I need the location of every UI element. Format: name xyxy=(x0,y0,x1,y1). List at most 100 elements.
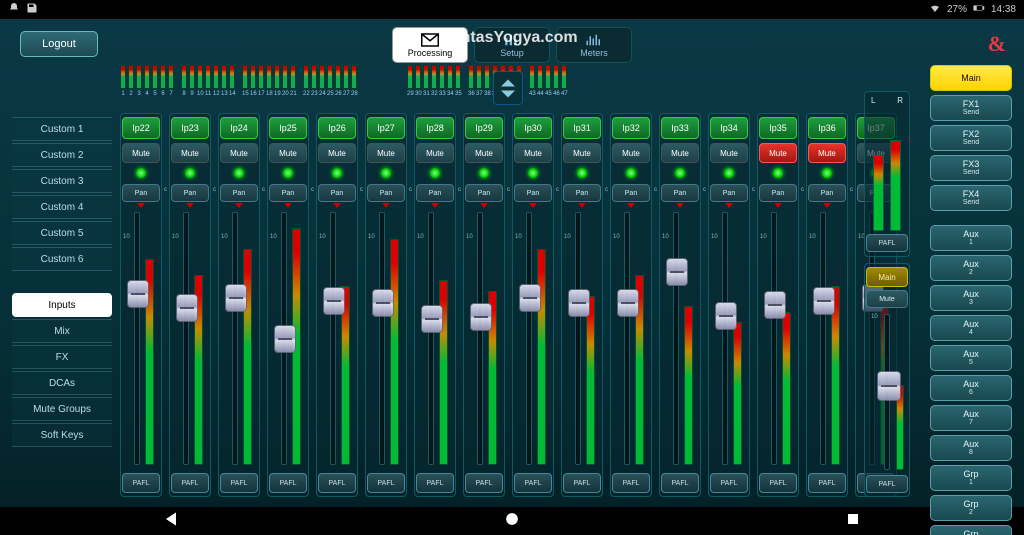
custom-layer-3[interactable]: Custom 3 xyxy=(12,169,112,193)
custom-layer-2[interactable]: Custom 2 xyxy=(12,143,112,167)
fader-area[interactable] xyxy=(417,208,453,469)
channel-label[interactable]: Ip22 xyxy=(122,117,160,139)
pan-control[interactable]: Panc xyxy=(514,184,552,202)
fader-knob[interactable] xyxy=(127,280,149,308)
mute-button[interactable]: Mute xyxy=(563,143,601,163)
pafl-button[interactable]: PAFL xyxy=(808,473,846,493)
pan-control[interactable]: Panc xyxy=(612,184,650,202)
pafl-button[interactable]: PAFL xyxy=(416,473,454,493)
channel-label[interactable]: Ip35 xyxy=(759,117,797,139)
fader-area[interactable] xyxy=(466,208,502,469)
fader-knob[interactable] xyxy=(617,289,639,317)
fader-area[interactable] xyxy=(368,208,404,469)
bus-aux3[interactable]: Aux3 xyxy=(930,285,1012,311)
mute-button[interactable]: Mute xyxy=(465,143,503,163)
bus-fx2-send[interactable]: FX2Send xyxy=(930,125,1012,151)
fader-knob[interactable] xyxy=(568,289,590,317)
fader-area[interactable] xyxy=(270,208,306,469)
fader-area[interactable] xyxy=(760,208,796,469)
fader-knob[interactable] xyxy=(764,291,786,319)
master-mute-button[interactable]: Mute xyxy=(866,290,908,308)
pafl-button[interactable]: PAFL xyxy=(563,473,601,493)
mute-button[interactable]: Mute xyxy=(171,143,209,163)
bank-dcas[interactable]: DCAs xyxy=(12,371,112,395)
channel-label[interactable]: Ip31 xyxy=(563,117,601,139)
channel-label[interactable]: Ip25 xyxy=(269,117,307,139)
bus-fx1-send[interactable]: FX1Send xyxy=(930,95,1012,121)
bus-aux2[interactable]: Aux2 xyxy=(930,255,1012,281)
master-fader-area[interactable]: 10 xyxy=(868,312,906,472)
pan-control[interactable]: Panc xyxy=(759,184,797,202)
fader-knob[interactable] xyxy=(519,284,541,312)
fader-area[interactable] xyxy=(564,208,600,469)
pafl-button[interactable]: PAFL xyxy=(710,473,748,493)
pafl-button[interactable]: PAFL xyxy=(612,473,650,493)
pafl-button[interactable]: PAFL xyxy=(759,473,797,493)
pafl-button[interactable]: PAFL xyxy=(122,473,160,493)
fader-knob[interactable] xyxy=(813,287,835,315)
pan-control[interactable]: Panc xyxy=(122,184,160,202)
mute-button[interactable]: Mute xyxy=(220,143,258,163)
home-icon[interactable] xyxy=(502,509,522,534)
pafl-button[interactable]: PAFL xyxy=(220,473,258,493)
fader-area[interactable] xyxy=(319,208,355,469)
mute-button[interactable]: Mute xyxy=(612,143,650,163)
bus-aux1[interactable]: Aux1 xyxy=(930,225,1012,251)
mute-button[interactable]: Mute xyxy=(318,143,356,163)
pafl-button[interactable]: PAFL xyxy=(318,473,356,493)
fader-knob[interactable] xyxy=(225,284,247,312)
pan-control[interactable]: Panc xyxy=(269,184,307,202)
custom-layer-1[interactable]: Custom 1 xyxy=(12,117,112,141)
custom-layer-6[interactable]: Custom 6 xyxy=(12,247,112,271)
lr-pafl-button[interactable]: PAFL xyxy=(866,234,908,252)
fader-knob[interactable] xyxy=(421,305,443,333)
custom-layer-5[interactable]: Custom 5 xyxy=(12,221,112,245)
channel-label[interactable]: Ip27 xyxy=(367,117,405,139)
custom-layer-4[interactable]: Custom 4 xyxy=(12,195,112,219)
pan-control[interactable]: Panc xyxy=(710,184,748,202)
mute-button[interactable]: Mute xyxy=(416,143,454,163)
bank-fx[interactable]: FX xyxy=(12,345,112,369)
pan-control[interactable]: Panc xyxy=(220,184,258,202)
pafl-button[interactable]: PAFL xyxy=(514,473,552,493)
mute-button[interactable]: Mute xyxy=(759,143,797,163)
fader-area[interactable] xyxy=(221,208,257,469)
pafl-button[interactable]: PAFL xyxy=(661,473,699,493)
bank-mute-groups[interactable]: Mute Groups xyxy=(12,397,112,421)
bus-grp3[interactable]: Grp3 xyxy=(930,525,1012,535)
channel-label[interactable]: Ip33 xyxy=(661,117,699,139)
pan-control[interactable]: Panc xyxy=(563,184,601,202)
scroll-up-down-button[interactable] xyxy=(493,71,523,105)
fader-area[interactable] xyxy=(172,208,208,469)
pan-control[interactable]: Panc xyxy=(465,184,503,202)
fader-knob[interactable] xyxy=(323,287,345,315)
fader-knob[interactable] xyxy=(372,289,394,317)
bus-aux8[interactable]: Aux8 xyxy=(930,435,1012,461)
pafl-button[interactable]: PAFL xyxy=(269,473,307,493)
mute-button[interactable]: Mute xyxy=(808,143,846,163)
bus-grp2[interactable]: Grp2 xyxy=(930,495,1012,521)
bank-mix[interactable]: Mix xyxy=(12,319,112,343)
mute-button[interactable]: Mute xyxy=(661,143,699,163)
mute-button[interactable]: Mute xyxy=(122,143,160,163)
bus-aux6[interactable]: Aux6 xyxy=(930,375,1012,401)
channel-label[interactable]: Ip34 xyxy=(710,117,748,139)
pan-control[interactable]: Panc xyxy=(808,184,846,202)
bus-fx4-send[interactable]: FX4Send xyxy=(930,185,1012,211)
mute-button[interactable]: Mute xyxy=(269,143,307,163)
fader-area[interactable] xyxy=(613,208,649,469)
channel-label[interactable]: Ip32 xyxy=(612,117,650,139)
fader-knob[interactable] xyxy=(470,303,492,331)
bus-aux7[interactable]: Aux7 xyxy=(930,405,1012,431)
pafl-button[interactable]: PAFL xyxy=(171,473,209,493)
bus-aux4[interactable]: Aux4 xyxy=(930,315,1012,341)
pafl-button[interactable]: PAFL xyxy=(367,473,405,493)
master-fader-knob[interactable] xyxy=(877,371,901,401)
pan-control[interactable]: Panc xyxy=(318,184,356,202)
logout-button[interactable]: Logout xyxy=(20,31,98,57)
fader-area[interactable] xyxy=(123,208,159,469)
bus-grp1[interactable]: Grp1 xyxy=(930,465,1012,491)
fader-knob[interactable] xyxy=(666,258,688,286)
mute-button[interactable]: Mute xyxy=(514,143,552,163)
header-tab-setup[interactable]: Setup xyxy=(474,27,550,63)
